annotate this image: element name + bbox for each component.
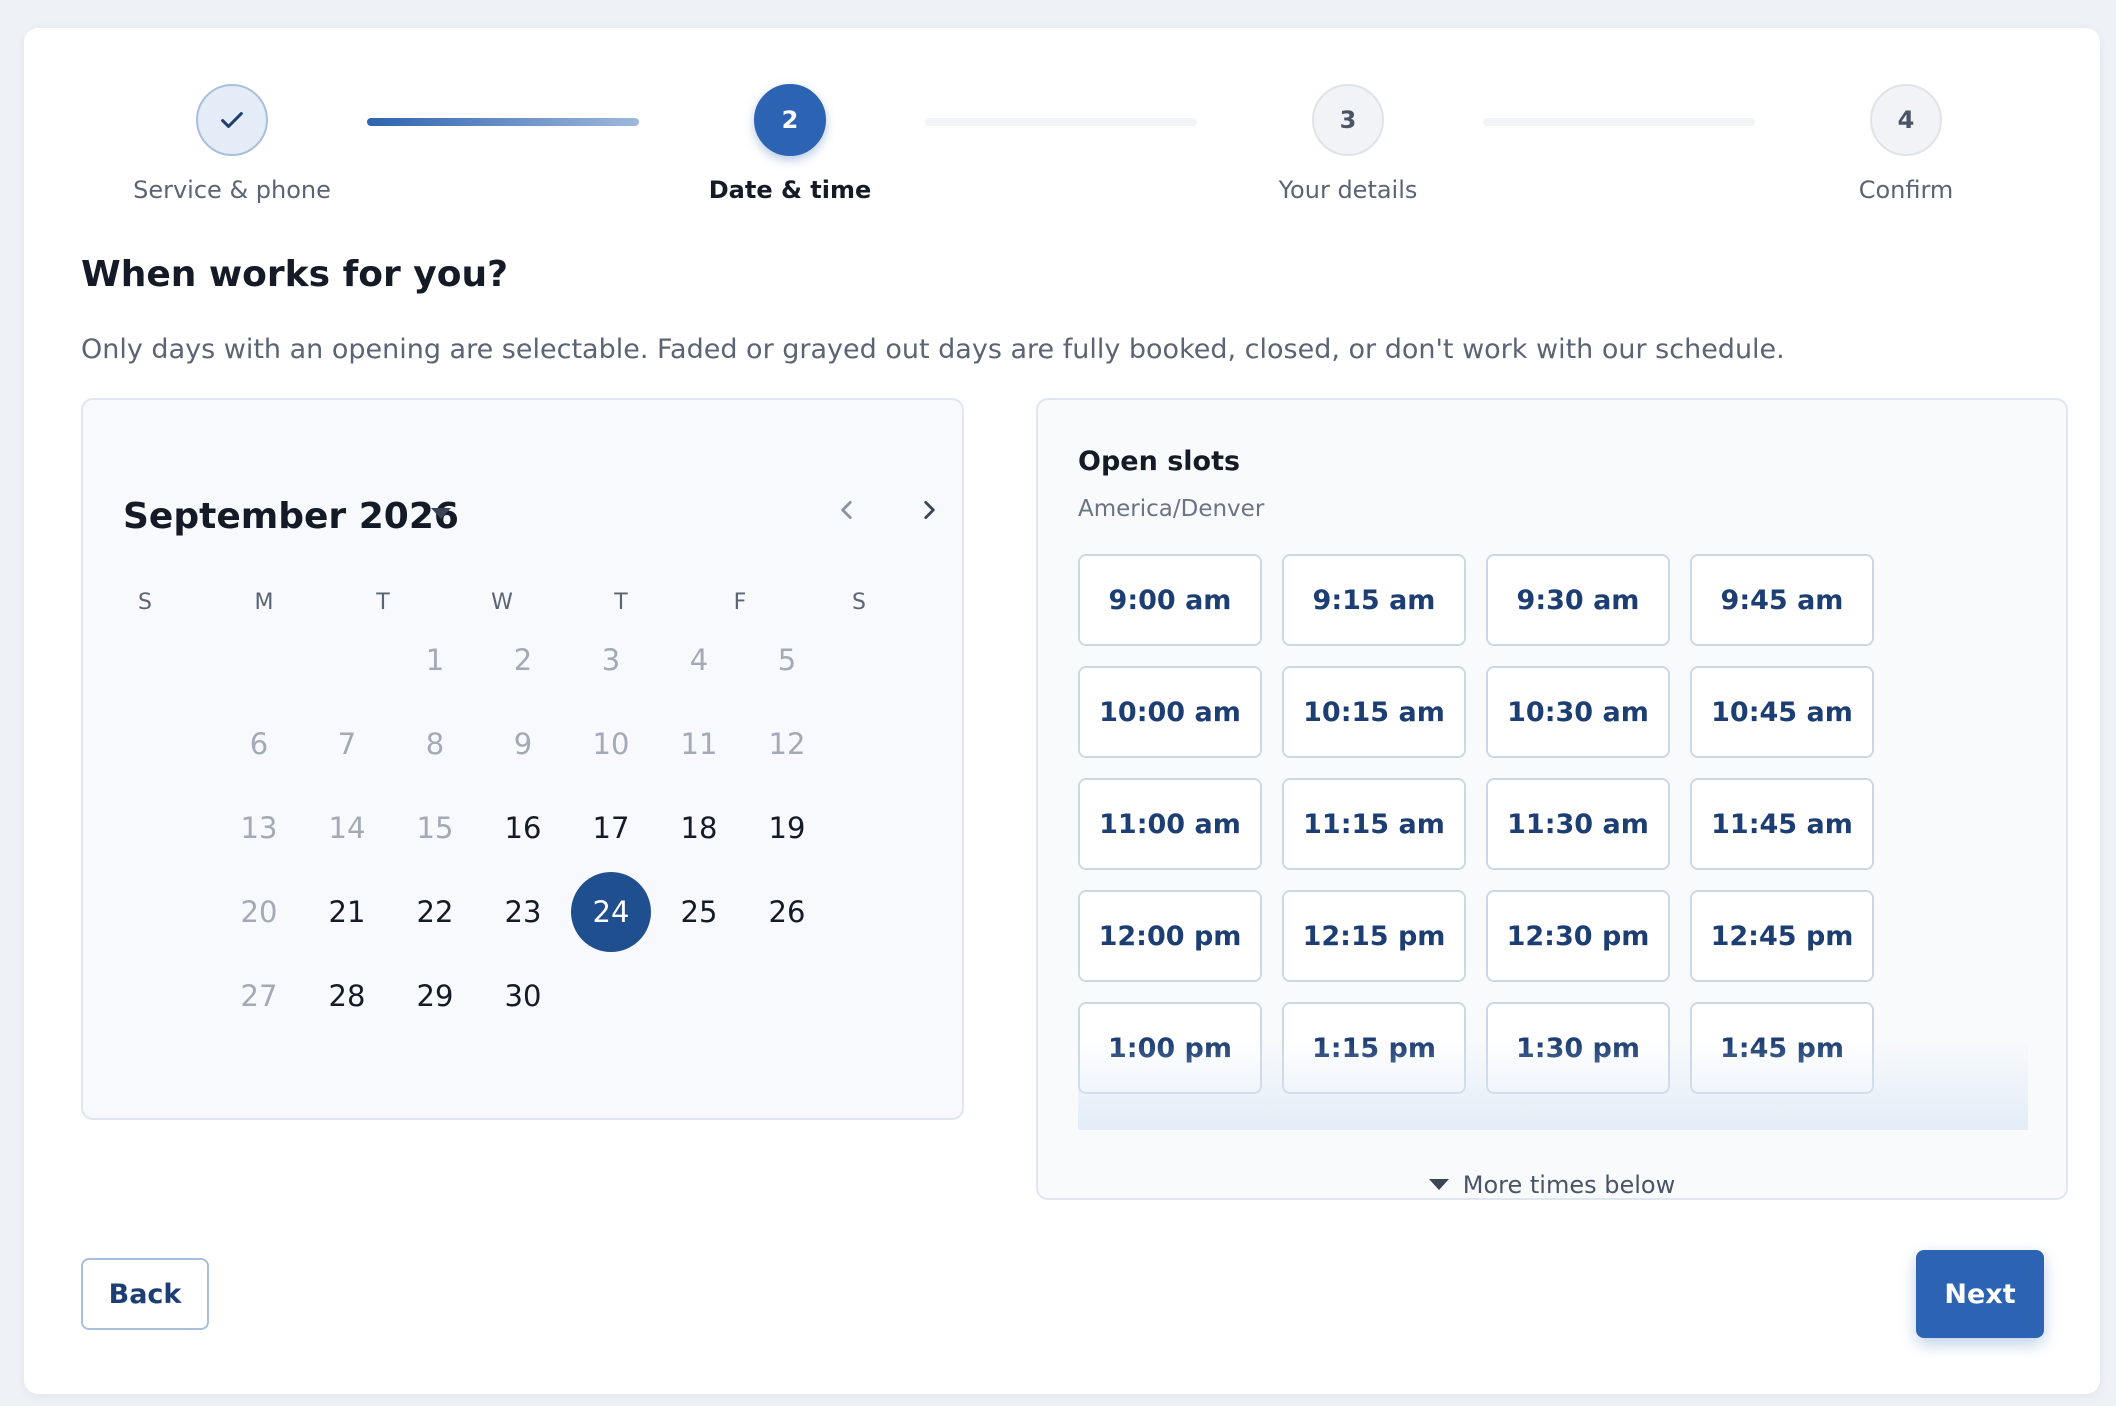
step-1-label: Service & phone [133,176,331,204]
time-slot-button[interactable]: 9:00 am [1078,554,1262,646]
calendar-day: 27 [240,979,278,1013]
weekday-label: S [138,590,152,615]
time-slot-button[interactable]: 1:45 pm [1690,1002,1874,1094]
month-label[interactable]: September 2026 [123,496,459,537]
slots-panel: Open slots America/Denver 9:00 am 9:15 am… [1036,398,2068,1200]
check-icon [221,112,243,128]
next-month-button[interactable] [907,488,951,532]
calendar-day: 1 [425,643,445,677]
calendar-day: 2 [513,643,533,677]
step-3-circle: 3 [1312,84,1384,156]
page-title: When works for you? [81,254,508,295]
calendar-day: 5 [777,643,797,677]
chevron-right-icon [924,501,935,519]
time-slot-button[interactable]: 9:15 am [1282,554,1466,646]
chevron-left-icon [841,501,852,519]
calendar-day: 14 [328,811,366,845]
time-slot-button[interactable]: 11:15 am [1282,778,1466,870]
next-button[interactable]: Next [1916,1250,2044,1338]
calendar-day[interactable]: 19 [747,788,827,868]
step-2-circle: 2 [754,84,826,156]
calendar-day[interactable]: 22 [395,872,475,952]
time-slot-button[interactable]: 12:15 pm [1282,890,1466,982]
calendar-day[interactable]: 18 [659,788,739,868]
time-slot-button[interactable]: 11:00 am [1078,778,1262,870]
step-4-circle: 4 [1870,84,1942,156]
time-slot-button[interactable]: 10:15 am [1282,666,1466,758]
time-slot-button[interactable]: 12:30 pm [1486,890,1670,982]
calendar-day: 7 [337,727,357,761]
calendar-day[interactable]: 17 [571,788,651,868]
time-slot-button[interactable]: 1:15 pm [1282,1002,1466,1094]
more-times-button[interactable]: More times below [1428,1170,1676,1199]
calendar-day: 15 [416,811,454,845]
timezone-label: America/Denver [1078,496,1265,522]
step-service-phone: Service & phone [82,84,382,204]
step-1-circle [196,84,268,156]
time-slot-button[interactable]: 1:30 pm [1486,1002,1670,1094]
time-slot-button[interactable]: 12:00 pm [1078,890,1262,982]
slots-title: Open slots [1078,446,1241,477]
weekday-label: T [376,590,390,615]
step-connector-1 [367,118,639,126]
caret-down-icon[interactable] [431,508,451,519]
time-slot-button[interactable]: 1:00 pm [1078,1002,1262,1094]
calendar-day: 11 [680,727,718,761]
step-date-time: 2 Date & time [640,84,940,204]
step-connector-2 [925,118,1197,126]
step-4-label: Confirm [1858,176,1954,204]
calendar-day: 10 [592,727,630,761]
weekday-label: M [254,590,274,615]
prev-month-button[interactable] [825,488,869,532]
time-slot-button[interactable]: 12:45 pm [1690,890,1874,982]
calendar-day: 6 [249,727,269,761]
time-slot-button[interactable]: 10:45 am [1690,666,1874,758]
step-2-label: Date & time [708,176,872,204]
calendar-day-selected[interactable]: 24 [571,872,651,952]
calendar-day: 12 [768,727,806,761]
step-confirm: 4 Confirm [1756,84,2056,204]
step-your-details: 3 Your details [1198,84,1498,204]
time-slot-button[interactable]: 9:45 am [1690,554,1874,646]
time-slot-button[interactable]: 9:30 am [1486,554,1670,646]
calendar-day[interactable]: 28 [307,956,387,1036]
time-slot-button[interactable]: 10:00 am [1078,666,1262,758]
time-slot-button[interactable]: 10:30 am [1486,666,1670,758]
back-button[interactable]: Back [81,1258,209,1330]
calendar-day[interactable]: 16 [483,788,563,868]
booking-card: Service & phone 2 Date & time 3 Your det… [24,28,2100,1394]
calendar-day[interactable]: 25 [659,872,739,952]
weekday-label: T [614,590,628,615]
calendar-day: 9 [513,727,533,761]
calendar-day: 8 [425,727,445,761]
weekday-label: F [733,590,747,615]
page-subtitle: Only days with an opening are selectable… [81,334,1785,365]
step-connector-3 [1483,118,1755,126]
time-slot-button[interactable]: 11:30 am [1486,778,1670,870]
weekday-label: S [852,590,866,615]
more-times: More times below [1038,1168,2066,1199]
calendar-day[interactable]: 26 [747,872,827,952]
time-slot-button[interactable]: 11:45 am [1690,778,1874,870]
calendar-day[interactable]: 29 [395,956,475,1036]
calendar-panel: September 2026 SMTWTFS 1 2 3 4 5 6 7 8 9 10 11 12 13… [81,398,964,1120]
calendar-day: 4 [689,643,709,677]
weekday-label: W [491,590,513,615]
calendar-day[interactable]: 30 [483,956,563,1036]
step-3-label: Your details [1278,176,1418,204]
calendar-day[interactable]: 21 [307,872,387,952]
calendar-day[interactable]: 23 [483,872,563,952]
more-times-label: More times below [1462,1170,1676,1199]
calendar-day: 3 [601,643,621,677]
calendar-day: 20 [240,895,278,929]
calendar-day: 13 [240,811,278,845]
caret-down-icon [1428,1179,1449,1190]
